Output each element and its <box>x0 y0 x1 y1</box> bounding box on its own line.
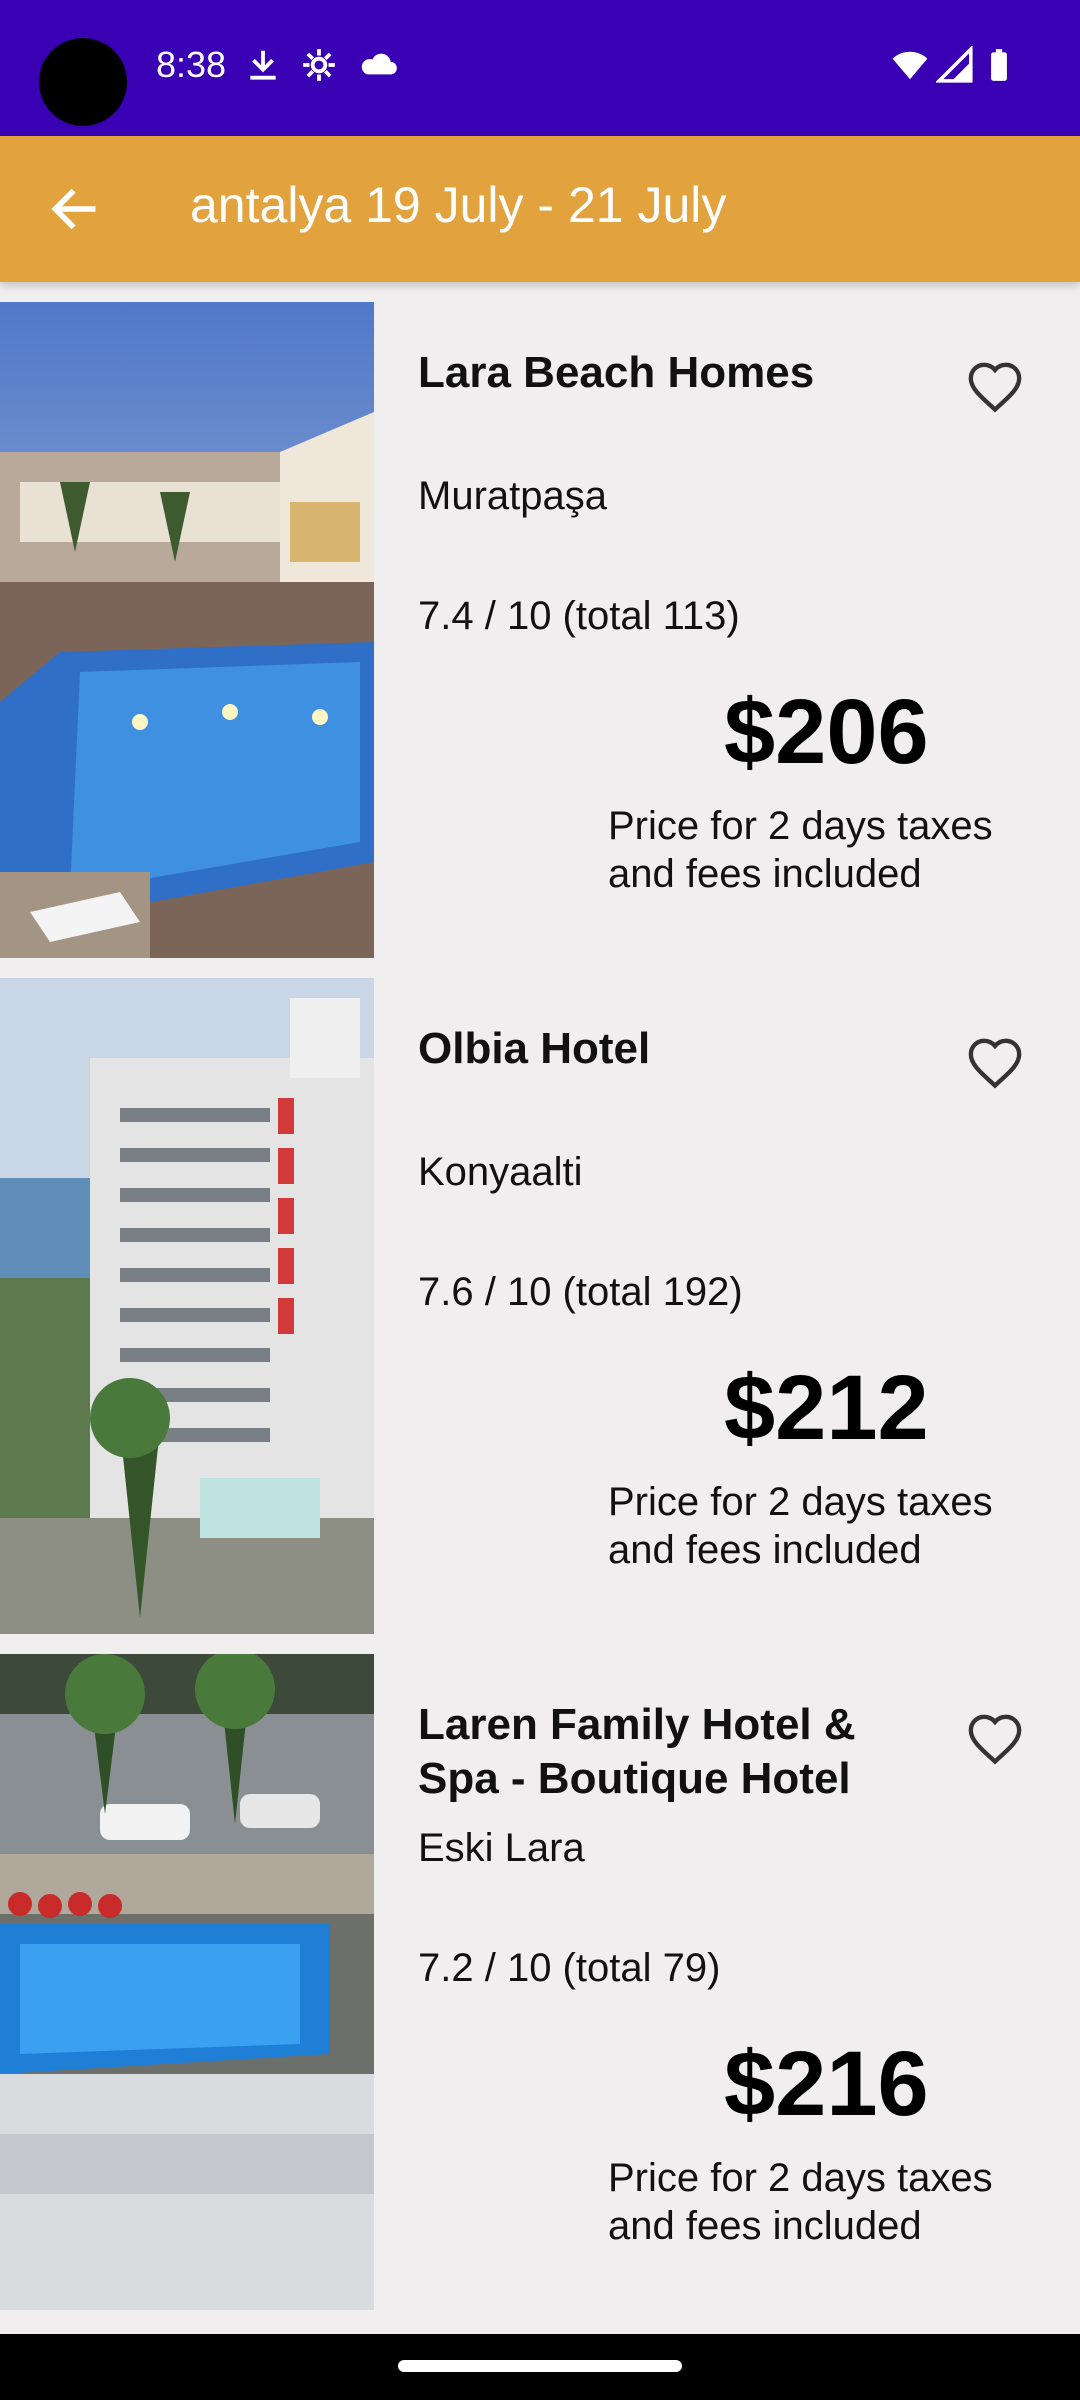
hotel-district: Eski Lara <box>418 1826 585 1870</box>
settings-icon <box>303 49 335 81</box>
price-note: Price for 2 days taxes and fees included <box>608 804 993 896</box>
navigation-bar <box>0 2334 1080 2400</box>
signal-icon <box>936 46 973 83</box>
app-bar: antalya 19 July - 21 July <box>0 136 1080 282</box>
battery-icon <box>991 49 1007 81</box>
hotel-name[interactable]: Olbia Hotel <box>418 1022 918 1076</box>
arrow-left-icon[interactable] <box>46 181 102 237</box>
hotel-rating: 7.2 / 10 (total 79) <box>418 1946 721 1990</box>
cloud-icon <box>361 53 397 75</box>
hotel-card[interactable]: Olbia Hotel Konyaalti 7.6 / 10 (total 19… <box>0 978 1080 1634</box>
gesture-handle[interactable] <box>398 2360 682 2372</box>
hotel-price: $212 <box>724 1357 929 1459</box>
hotel-card[interactable]: Lara Beach Homes Muratpaşa 7.4 / 10 (tot… <box>0 302 1080 958</box>
camera-cutout <box>39 38 127 126</box>
hotel-name[interactable]: Lara Beach Homes <box>418 346 918 400</box>
hotel-rating: 7.6 / 10 (total 192) <box>418 1270 743 1314</box>
price-note: Price for 2 days taxes and fees included <box>608 2156 993 2248</box>
hotel-district: Muratpaşa <box>418 474 607 518</box>
hotel-list[interactable]: Lara Beach Homes Muratpaşa 7.4 / 10 (tot… <box>0 302 1080 2330</box>
price-note: Price for 2 days taxes and fees included <box>608 1480 993 1572</box>
hotel-photo[interactable] <box>0 1654 374 2310</box>
page-title: antalya 19 July - 21 July <box>190 177 727 233</box>
hotel-price: $216 <box>724 2033 929 2135</box>
status-bar: 8:38 <box>0 0 1080 136</box>
hotel-photo[interactable] <box>0 302 374 958</box>
wifi-icon <box>892 51 928 80</box>
status-time: 8:38 <box>156 44 227 85</box>
hotel-price: $206 <box>724 681 929 783</box>
hotel-name[interactable]: Laren Family Hotel & Spa - Boutique Hote… <box>418 1698 918 1806</box>
download-icon <box>250 50 276 80</box>
hotel-card[interactable]: Laren Family Hotel & Spa - Boutique Hote… <box>0 1654 1080 2310</box>
hotel-district: Konyaalti <box>418 1150 583 1194</box>
hotel-rating: 7.4 / 10 (total 113) <box>418 594 740 638</box>
heart-outline-icon[interactable] <box>966 1712 1024 1770</box>
heart-outline-icon[interactable] <box>966 1036 1024 1094</box>
heart-outline-icon[interactable] <box>966 360 1024 418</box>
hotel-photo[interactable] <box>0 978 374 1634</box>
